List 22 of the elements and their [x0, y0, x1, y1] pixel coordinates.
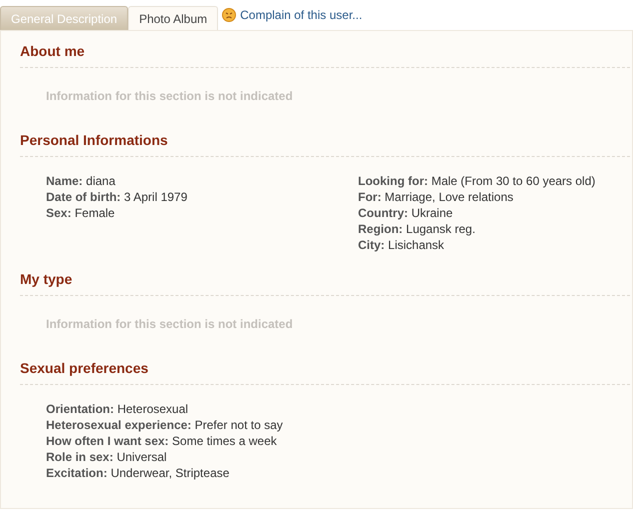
sad-face-icon: [222, 8, 236, 22]
complain-link[interactable]: Complain of this user...: [240, 6, 362, 24]
section-heading: Personal Informations: [20, 131, 169, 150]
tab[interactable]: Photo Album: [128, 6, 218, 30]
section-heading: My type: [20, 270, 74, 289]
info-line: City: Lisichansk: [358, 237, 446, 253]
info-line: Orientation: Heterosexual: [46, 401, 190, 417]
empty-note: Information for this section is not indicated: [46, 317, 293, 331]
info-line: Looking for: Male (From 30 to 60 years old): [358, 173, 596, 189]
info-line: Sex: Female: [46, 205, 116, 221]
section-heading: Sexual preferences: [20, 359, 150, 378]
info-line: Heterosexual experience: Prefer not to say: [46, 417, 284, 433]
section-heading: About me: [20, 42, 86, 61]
info-line: Date of birth: 3 April 1979: [46, 189, 188, 205]
info-line: Excitation: Underwear, Striptease: [46, 465, 230, 481]
info-line: How often I want sex: Some times a week: [46, 433, 278, 449]
info-line: Region: Lugansk reg.: [358, 221, 476, 237]
info-line: Role in sex: Universal: [46, 449, 168, 465]
info-line: Name: diana: [46, 173, 116, 189]
empty-note: Information for this section is not indicated: [46, 89, 293, 103]
info-line: Country: Ukraine: [358, 205, 454, 221]
info-line: For: Marriage, Love relations: [358, 189, 514, 205]
